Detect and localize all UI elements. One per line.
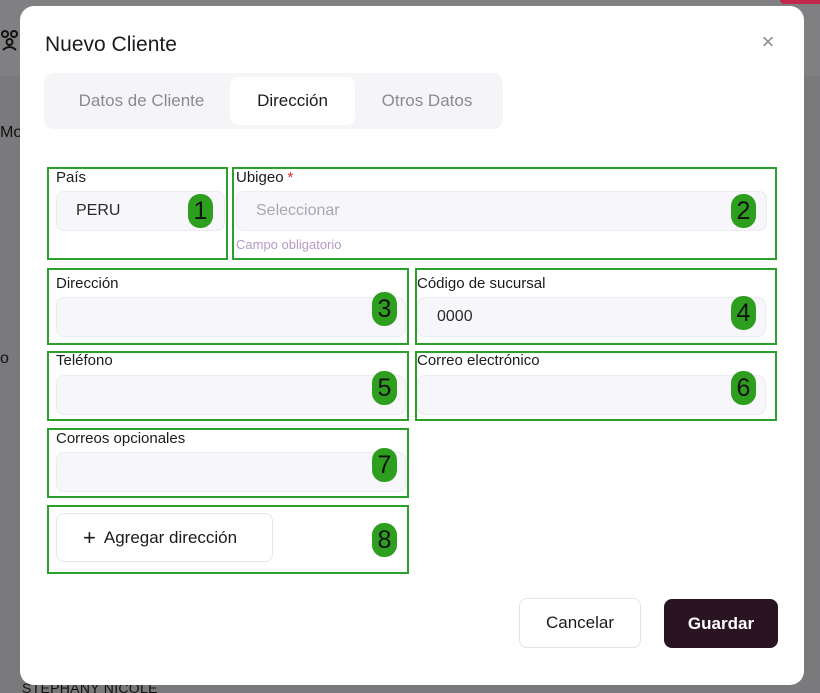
annotation-badge-5: 5 <box>372 371 397 405</box>
tab-otros-datos[interactable]: Otros Datos <box>355 77 499 125</box>
annotation-badge-7: 7 <box>372 448 397 482</box>
cancel-button[interactable]: Cancelar <box>519 598 641 648</box>
annotation-badge-6: 6 <box>731 371 756 405</box>
close-icon[interactable]: × <box>758 31 778 53</box>
codigo-sucursal-input[interactable]: 0000 <box>417 297 766 337</box>
annotation-badge-4: 4 <box>731 296 756 330</box>
codigo-sucursal-label: Código de sucursal <box>417 275 546 292</box>
correos-opcionales-label: Correos opcionales <box>56 430 186 447</box>
background-column-header: Mo <box>0 124 23 141</box>
correo-input[interactable] <box>417 375 766 415</box>
annotation-badge-3: 3 <box>372 292 397 326</box>
required-mark: * <box>287 169 294 186</box>
ubigeo-label: Ubigeo * <box>236 169 293 186</box>
annotation-badge-2: 2 <box>731 194 756 228</box>
telefono-label: Teléfono <box>56 352 113 369</box>
annotation-badge-8: 8 <box>372 523 397 557</box>
direccion-label: Dirección <box>56 275 119 292</box>
add-address-label: Agregar dirección <box>103 527 238 547</box>
direccion-input[interactable] <box>56 297 406 337</box>
telefono-input[interactable] <box>56 375 406 415</box>
plus-icon: + <box>83 524 96 550</box>
background-accent <box>780 0 820 4</box>
ubigeo-label-text: Ubigeo <box>236 169 284 186</box>
correo-label: Correo electrónico <box>417 352 540 369</box>
pais-label: País <box>56 169 87 186</box>
add-address-button[interactable]: + Agregar dirección <box>56 513 273 562</box>
tab-bar: Datos de Cliente Dirección Otros Datos <box>44 73 503 129</box>
tab-datos-cliente[interactable]: Datos de Cliente <box>50 77 233 125</box>
background-row-text: o <box>0 350 9 367</box>
tab-direccion[interactable]: Dirección <box>230 77 355 125</box>
save-button[interactable]: Guardar <box>664 599 778 648</box>
ubigeo-select[interactable]: Seleccionar <box>236 191 767 231</box>
modal-title: Nuevo Cliente <box>45 33 177 56</box>
annotation-badge-1: 1 <box>188 194 213 228</box>
correos-opcionales-input[interactable] <box>56 452 406 492</box>
new-client-modal: Nuevo Cliente × Datos de Cliente Direcci… <box>20 6 804 685</box>
ubigeo-hint: Campo obligatorio <box>236 237 342 252</box>
users-icon <box>0 28 20 52</box>
